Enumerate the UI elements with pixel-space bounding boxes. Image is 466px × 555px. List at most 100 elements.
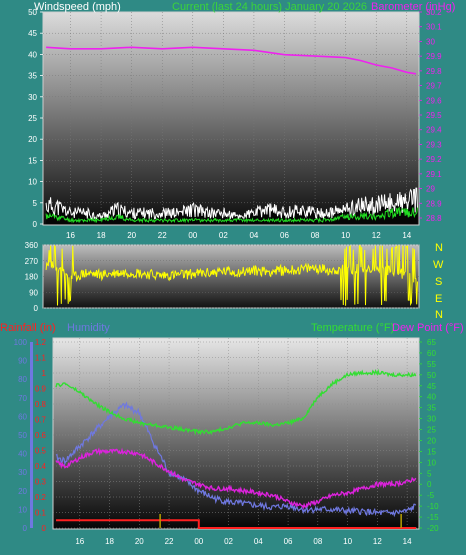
barometer-y-tick-label: 29.5 (426, 111, 442, 120)
wind-y-tick-label: 25 (28, 114, 37, 123)
weather-chart-stage: 0 5 10 15 20 25 30 35 40 45 50 16 18 20 22 00 02 04 06 08 10… (0, 0, 466, 555)
lower-x-tick-label: 22 (165, 537, 174, 546)
wind-y-tick-label: 10 (28, 178, 37, 187)
temperature-y-tick-label: -15 (427, 513, 439, 522)
humidity-y-tick-label: 30 (18, 468, 27, 477)
humidity-y-tick-label: 0 (23, 524, 28, 533)
temperature-y-tick-label: 35 (427, 404, 436, 413)
direction-y-tick-label: 270 (25, 257, 39, 266)
lower-x-tick-label: 08 (313, 537, 322, 546)
humidity-y-tick-label: 10 (18, 505, 27, 514)
wind-y-tick-label: 40 (28, 50, 37, 59)
temperature-y-tick-label: 45 (427, 382, 436, 391)
barometer-y-tick-label: 29.4 (426, 126, 442, 135)
lower-x-tick-label: 20 (135, 537, 144, 546)
wind-x-tick-label: 20 (127, 231, 136, 240)
lower-x-tick-label: 18 (105, 537, 114, 546)
temperature-y-tick-label: 50 (427, 371, 436, 380)
humidity-y-tick-label: 60 (18, 412, 27, 421)
wind-x-tick-label: 22 (158, 231, 167, 240)
barometer-y-tick-label: 29.9 (426, 52, 442, 61)
wind-y-tick-label: 0 (33, 220, 38, 229)
rain-y-tick-label: 1 (42, 369, 47, 378)
humidity-y-tick-label: 80 (18, 375, 27, 384)
barometer-y-tick-label: 29 (426, 185, 435, 194)
compass-w: W (433, 259, 444, 271)
rainfall-title: Rainfall (in) (0, 322, 56, 334)
temperature-y-tick-label: -20 (427, 524, 439, 533)
barometer-y-tick-label: 29.2 (426, 155, 442, 164)
wind-x-tick-label: 14 (402, 231, 411, 240)
barometer-y-tick-label: 30.1 (426, 23, 442, 32)
direction-y-tick-label: 360 (25, 241, 39, 250)
wind-x-tick-label: 18 (97, 231, 106, 240)
wind-y-tick-label: 35 (28, 72, 37, 81)
temperature-y-tick-label: 65 (427, 338, 436, 347)
direction-y-tick-label: 90 (29, 288, 38, 297)
wind-y-tick-label: 5 (33, 199, 38, 208)
temperature-y-tick-label: 25 (427, 426, 436, 435)
wind-x-tick-label: 04 (249, 231, 258, 240)
humidity-y-tick-label: 40 (18, 450, 27, 459)
wind-x-tick-label: 06 (280, 231, 289, 240)
rain-y-tick-label: 0.4 (35, 462, 47, 471)
humidity-y-tick-label: 20 (18, 487, 27, 496)
wind-x-tick-label: 16 (66, 231, 75, 240)
humidity-title: Humidity (67, 322, 110, 334)
rain-y-tick-label: 0.3 (35, 478, 47, 487)
rain-y-tick-label: 0.5 (35, 447, 47, 456)
lower-x-tick-label: 06 (284, 537, 293, 546)
rain-y-tick-label: 0.7 (35, 416, 47, 425)
temperature-y-tick-label: 10 (427, 458, 436, 467)
rain-y-tick-label: 0.2 (35, 493, 47, 502)
temperature-y-tick-label: 55 (427, 360, 436, 369)
barometer-title: Barometer (inHg) (371, 1, 455, 13)
humidity-y-tick-label: 100 (14, 338, 28, 347)
humidity-y-tick-label: 70 (18, 394, 27, 403)
wind-x-tick-label: 02 (219, 231, 228, 240)
humidity-y-tick-label: 50 (18, 431, 27, 440)
temperature-y-tick-label: 30 (427, 415, 436, 424)
temperature-y-tick-label: 0 (427, 480, 432, 489)
compass-e: E (435, 293, 442, 305)
compass-n-top: N (435, 242, 443, 254)
temperature-y-tick-label: 40 (427, 393, 436, 402)
barometer-y-tick-label: 29.1 (426, 170, 442, 179)
humidity-axis-bar (30, 342, 33, 528)
rain-y-tick-label: 1.2 (35, 338, 47, 347)
barometer-y-tick-label: 29.8 (426, 67, 442, 76)
lower-x-tick-label: 10 (343, 537, 352, 546)
wind-panel-bg (42, 11, 420, 226)
wind-x-tick-label: 12 (372, 231, 381, 240)
barometer-y-tick-label: 29.3 (426, 140, 442, 149)
rain-y-tick-label: 0.6 (35, 431, 47, 440)
lower-x-tick-label: 12 (373, 537, 382, 546)
direction-y-tick-label: 180 (25, 273, 39, 282)
temperature-y-tick-label: 20 (427, 436, 436, 445)
windspeed-title: Windspeed (mph) (34, 1, 121, 13)
lower-x-tick-label: 14 (403, 537, 412, 546)
wind-x-tick-label: 10 (341, 231, 350, 240)
barometer-y-tick-label: 30 (426, 37, 435, 46)
weather-charts-svg: 0510152025303540455016 18 20 22 00 02 04 06 08 10… (0, 1, 464, 546)
barometer-y-tick-label: 28.8 (426, 214, 442, 223)
temperature-y-tick-label: 15 (427, 447, 436, 456)
rain-y-tick-label: 0.1 (35, 509, 47, 518)
rain-y-tick-label: 0 (42, 524, 47, 533)
temperature-y-tick-label: 5 (427, 469, 432, 478)
direction-y-tick-label: 0 (34, 304, 39, 313)
temperature-y-tick-label: -10 (427, 502, 439, 511)
wind-y-tick-label: 45 (28, 29, 37, 38)
temperature-title: Temperature (°F) (311, 322, 394, 334)
compass-s: S (435, 276, 442, 288)
rain-y-tick-label: 0.9 (35, 385, 47, 394)
lower-x-tick-label: 00 (194, 537, 203, 546)
dewpoint-title: Dew Point (°F) (392, 322, 464, 334)
temperature-y-tick-label: 60 (427, 349, 436, 358)
current-title: Current (last 24 hours) January 20 2026 (172, 1, 367, 13)
lower-x-tick-label: 02 (224, 537, 233, 546)
wind-y-tick-label: 30 (28, 93, 37, 102)
compass-n-bottom: N (435, 309, 443, 321)
lower-x-tick-label: 16 (75, 537, 84, 546)
barometer-y-tick-label: 29.6 (426, 96, 442, 105)
